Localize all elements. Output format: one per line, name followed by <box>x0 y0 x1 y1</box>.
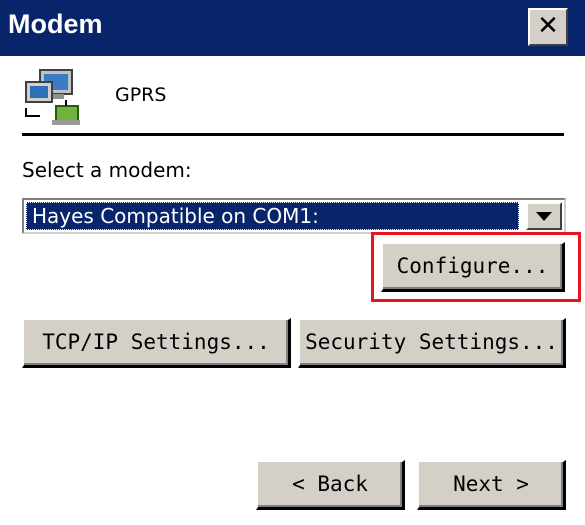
connection-name: GPRS <box>115 84 167 106</box>
dropdown-button[interactable] <box>526 202 562 230</box>
modem-dialog: Modem ✕ GPRS Select a modem: Hayes Compa… <box>0 0 585 525</box>
security-settings-button[interactable]: Security Settings... <box>298 318 566 368</box>
title-bar: Modem ✕ <box>0 0 585 56</box>
close-button[interactable]: ✕ <box>528 8 568 46</box>
chevron-down-icon <box>536 212 552 221</box>
back-button-label: < Back <box>292 472 368 496</box>
highlight-box <box>371 232 581 302</box>
window-title: Modem <box>8 9 103 39</box>
network-computer-icon <box>25 69 80 125</box>
tcpip-settings-button[interactable]: TCP/IP Settings... <box>22 318 291 368</box>
close-icon: ✕ <box>537 11 559 41</box>
next-button[interactable]: Next > <box>417 460 566 510</box>
select-modem-label: Select a modem: <box>22 158 192 182</box>
next-button-label: Next > <box>453 472 529 496</box>
modem-dropdown[interactable]: Hayes Compatible on COM1: <box>22 198 566 234</box>
security-settings-label: Security Settings... <box>305 330 558 354</box>
tcpip-settings-label: TCP/IP Settings... <box>42 330 270 354</box>
divider <box>22 133 564 136</box>
back-button[interactable]: < Back <box>256 460 405 510</box>
modem-dropdown-value[interactable]: Hayes Compatible on COM1: <box>26 202 519 230</box>
